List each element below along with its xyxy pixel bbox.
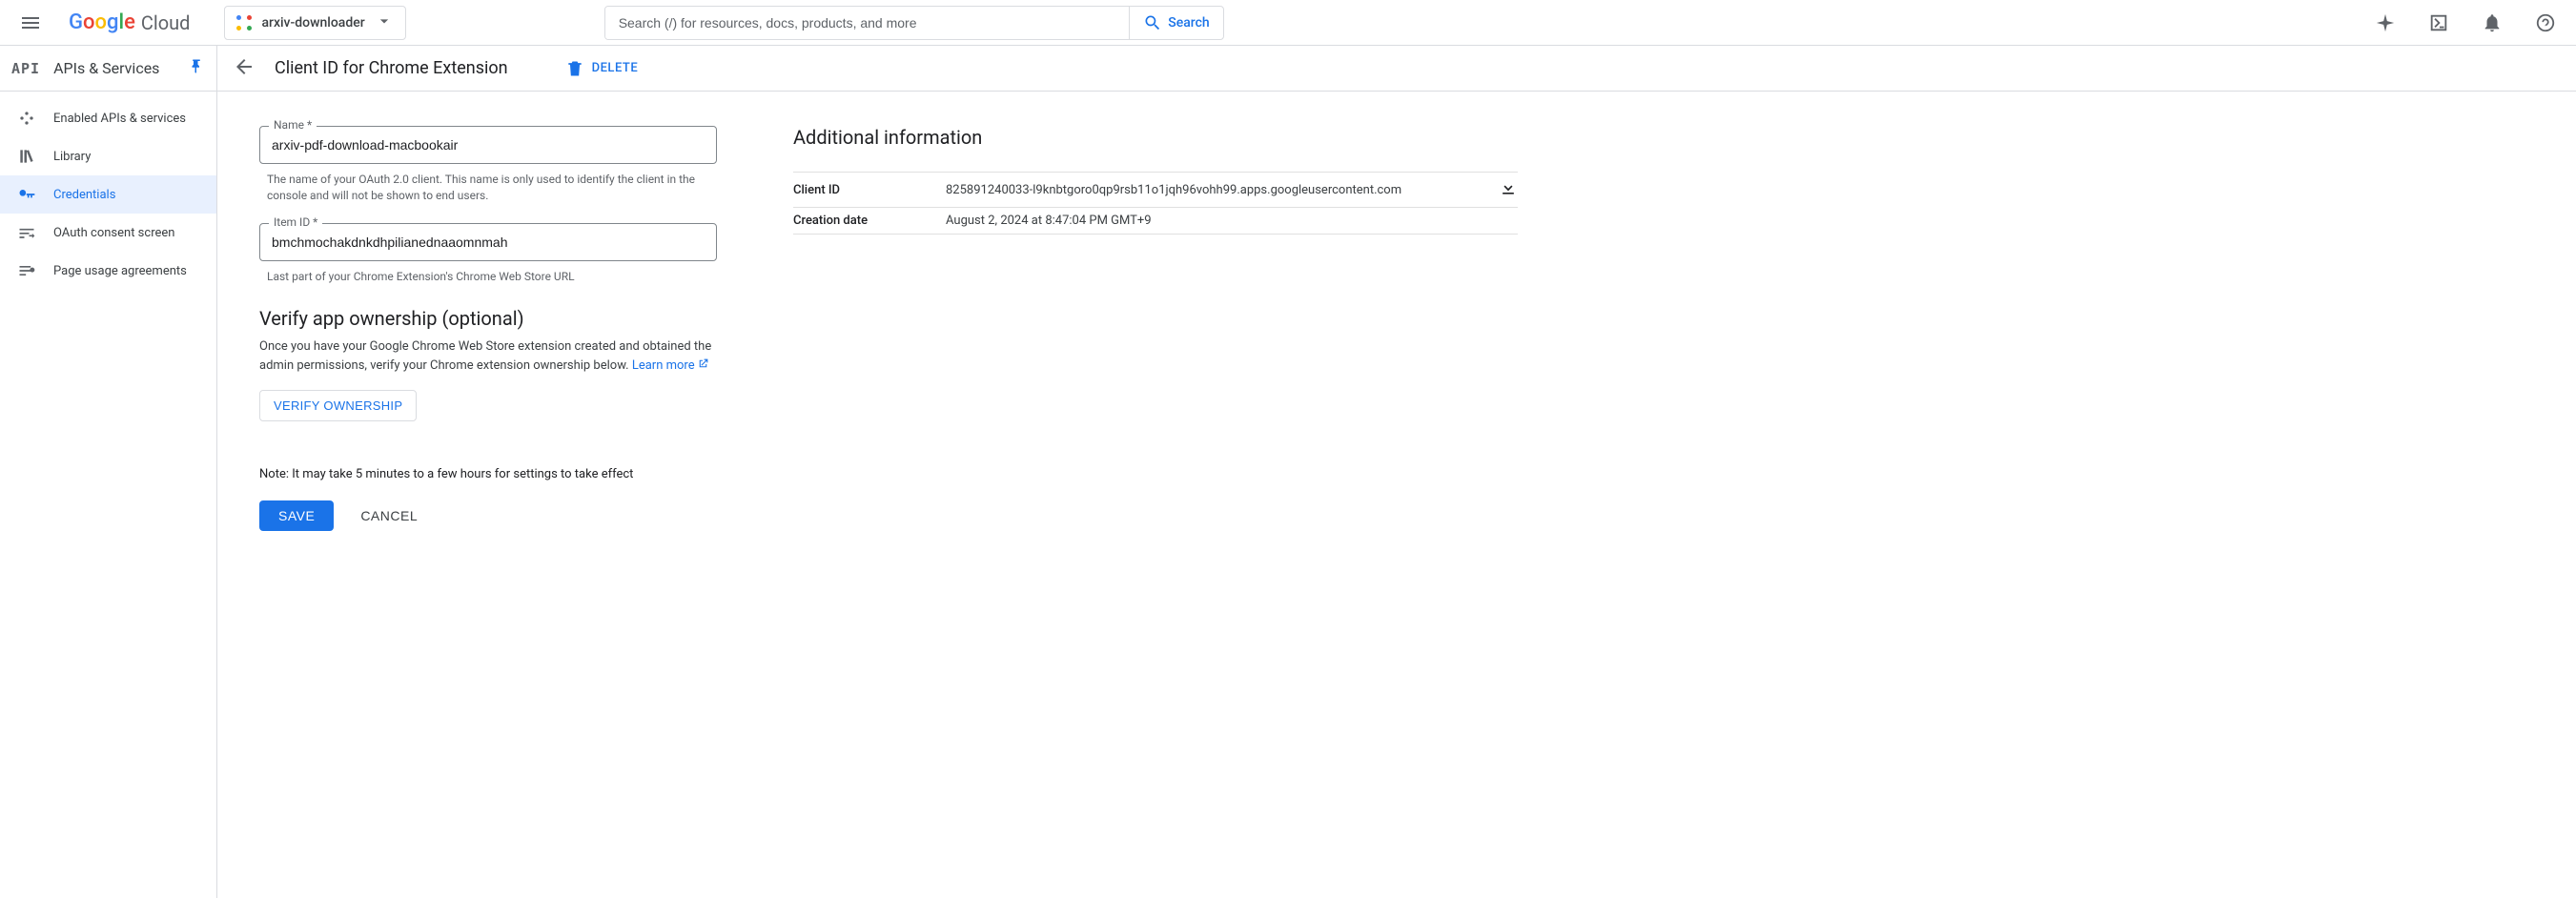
search-input[interactable] xyxy=(605,7,1130,39)
itemid-helper: Last part of your Chrome Extension's Chr… xyxy=(267,269,717,285)
additional-info-heading: Additional information xyxy=(793,126,1518,149)
search-button[interactable]: Search xyxy=(1129,7,1222,39)
action-row: SAVE CANCEL xyxy=(259,500,717,531)
itemid-label: Item ID * xyxy=(269,215,322,229)
search-button-label: Search xyxy=(1168,15,1209,31)
name-helper: The name of your OAuth 2.0 client. This … xyxy=(267,172,717,204)
name-label: Name * xyxy=(269,118,317,132)
page-usage-icon xyxy=(17,261,36,280)
body: Enabled APIs & services Library Credenti… xyxy=(0,92,2576,898)
sidenav-item-credentials[interactable]: Credentials xyxy=(0,175,216,214)
client-id-value: 825891240033-l9knbtgoro0qp9rsb11o1jqh96v… xyxy=(946,183,1499,197)
sidenav-label: Library xyxy=(53,150,91,164)
form-column: Name * The name of your OAuth 2.0 client… xyxy=(259,126,717,531)
sidenav-label: Page usage agreements xyxy=(53,264,187,278)
cloud-word: Cloud xyxy=(141,11,191,34)
back-arrow-icon[interactable] xyxy=(233,55,256,82)
api-badge-icon: API xyxy=(11,60,40,77)
page-header: Client ID for Chrome Extension DELETE xyxy=(217,46,2576,91)
google-cloud-logo[interactable]: Google Cloud xyxy=(61,10,197,34)
sidenav-label: Enabled APIs & services xyxy=(53,112,186,126)
pin-icon[interactable] xyxy=(188,58,205,79)
verify-ownership-button[interactable]: VERIFY OWNERSHIP xyxy=(259,390,417,421)
info-row-creation-date: Creation date August 2, 2024 at 8:47:04 … xyxy=(793,207,1518,235)
itemid-field-wrap: Item ID * xyxy=(259,223,717,261)
dropdown-arrow-icon xyxy=(375,11,394,34)
info-table: Client ID 825891240033-l9knbtgoro0qp9rsb… xyxy=(793,172,1518,235)
download-icon[interactable] xyxy=(1499,178,1518,201)
sidenav-item-oauth-consent[interactable]: OAuth consent screen xyxy=(0,214,216,252)
gemini-icon[interactable] xyxy=(2362,0,2408,46)
project-name: arxiv-downloader xyxy=(261,15,364,31)
project-dots-icon xyxy=(236,15,252,31)
propagation-note: Note: It may take 5 minutes to a few hou… xyxy=(259,467,717,481)
delete-label: DELETE xyxy=(592,61,639,75)
search-icon xyxy=(1143,13,1162,32)
cloud-shell-icon[interactable] xyxy=(2416,0,2462,46)
name-input[interactable] xyxy=(259,126,717,164)
info-row-client-id: Client ID 825891240033-l9knbtgoro0qp9rsb… xyxy=(793,172,1518,207)
notifications-icon[interactable] xyxy=(2469,0,2515,46)
page-title: Client ID for Chrome Extension xyxy=(275,58,508,78)
sidenav-item-page-usage[interactable]: Page usage agreements xyxy=(0,252,216,290)
product-title: APIs & Services xyxy=(53,59,159,77)
save-button[interactable]: SAVE xyxy=(259,500,334,531)
project-selector[interactable]: arxiv-downloader xyxy=(224,6,405,40)
sidenav-item-enabled-apis[interactable]: Enabled APIs & services xyxy=(0,99,216,137)
enabled-apis-icon xyxy=(17,109,36,128)
sidenav-item-library[interactable]: Library xyxy=(0,137,216,175)
search-container: Search xyxy=(604,6,1224,40)
itemid-input[interactable] xyxy=(259,223,717,261)
sidenav: Enabled APIs & services Library Credenti… xyxy=(0,92,217,898)
verify-desc-paragraph: Once you have your Google Chrome Web Sto… xyxy=(259,337,717,375)
library-icon xyxy=(17,147,36,166)
hamburger-menu-icon[interactable] xyxy=(8,0,53,46)
section-row: API APIs & Services Client ID for Chrome… xyxy=(0,46,2576,92)
creation-date-value: August 2, 2024 at 8:47:04 PM GMT+9 xyxy=(946,214,1518,228)
learn-more-link[interactable]: Learn more xyxy=(632,358,709,373)
content: Name * The name of your OAuth 2.0 client… xyxy=(217,92,2576,898)
credentials-icon xyxy=(17,185,36,204)
cancel-button[interactable]: CANCEL xyxy=(360,508,418,523)
info-column: Additional information Client ID 8258912… xyxy=(793,126,1518,235)
creation-date-label: Creation date xyxy=(793,214,946,228)
verify-heading: Verify app ownership (optional) xyxy=(259,307,717,330)
trash-icon xyxy=(565,59,584,78)
sidenav-label: Credentials xyxy=(53,188,115,202)
delete-button[interactable]: DELETE xyxy=(565,59,639,78)
product-area: API APIs & Services xyxy=(0,46,217,91)
google-logo-text: Google xyxy=(69,10,135,34)
name-field-wrap: Name * xyxy=(259,126,717,164)
oauth-consent-icon xyxy=(17,223,36,242)
top-bar: Google Cloud arxiv-downloader Search xyxy=(0,0,2576,46)
client-id-label: Client ID xyxy=(793,183,946,197)
help-icon[interactable] xyxy=(2523,0,2568,46)
sidenav-label: OAuth consent screen xyxy=(53,226,174,240)
external-link-icon xyxy=(695,358,709,373)
